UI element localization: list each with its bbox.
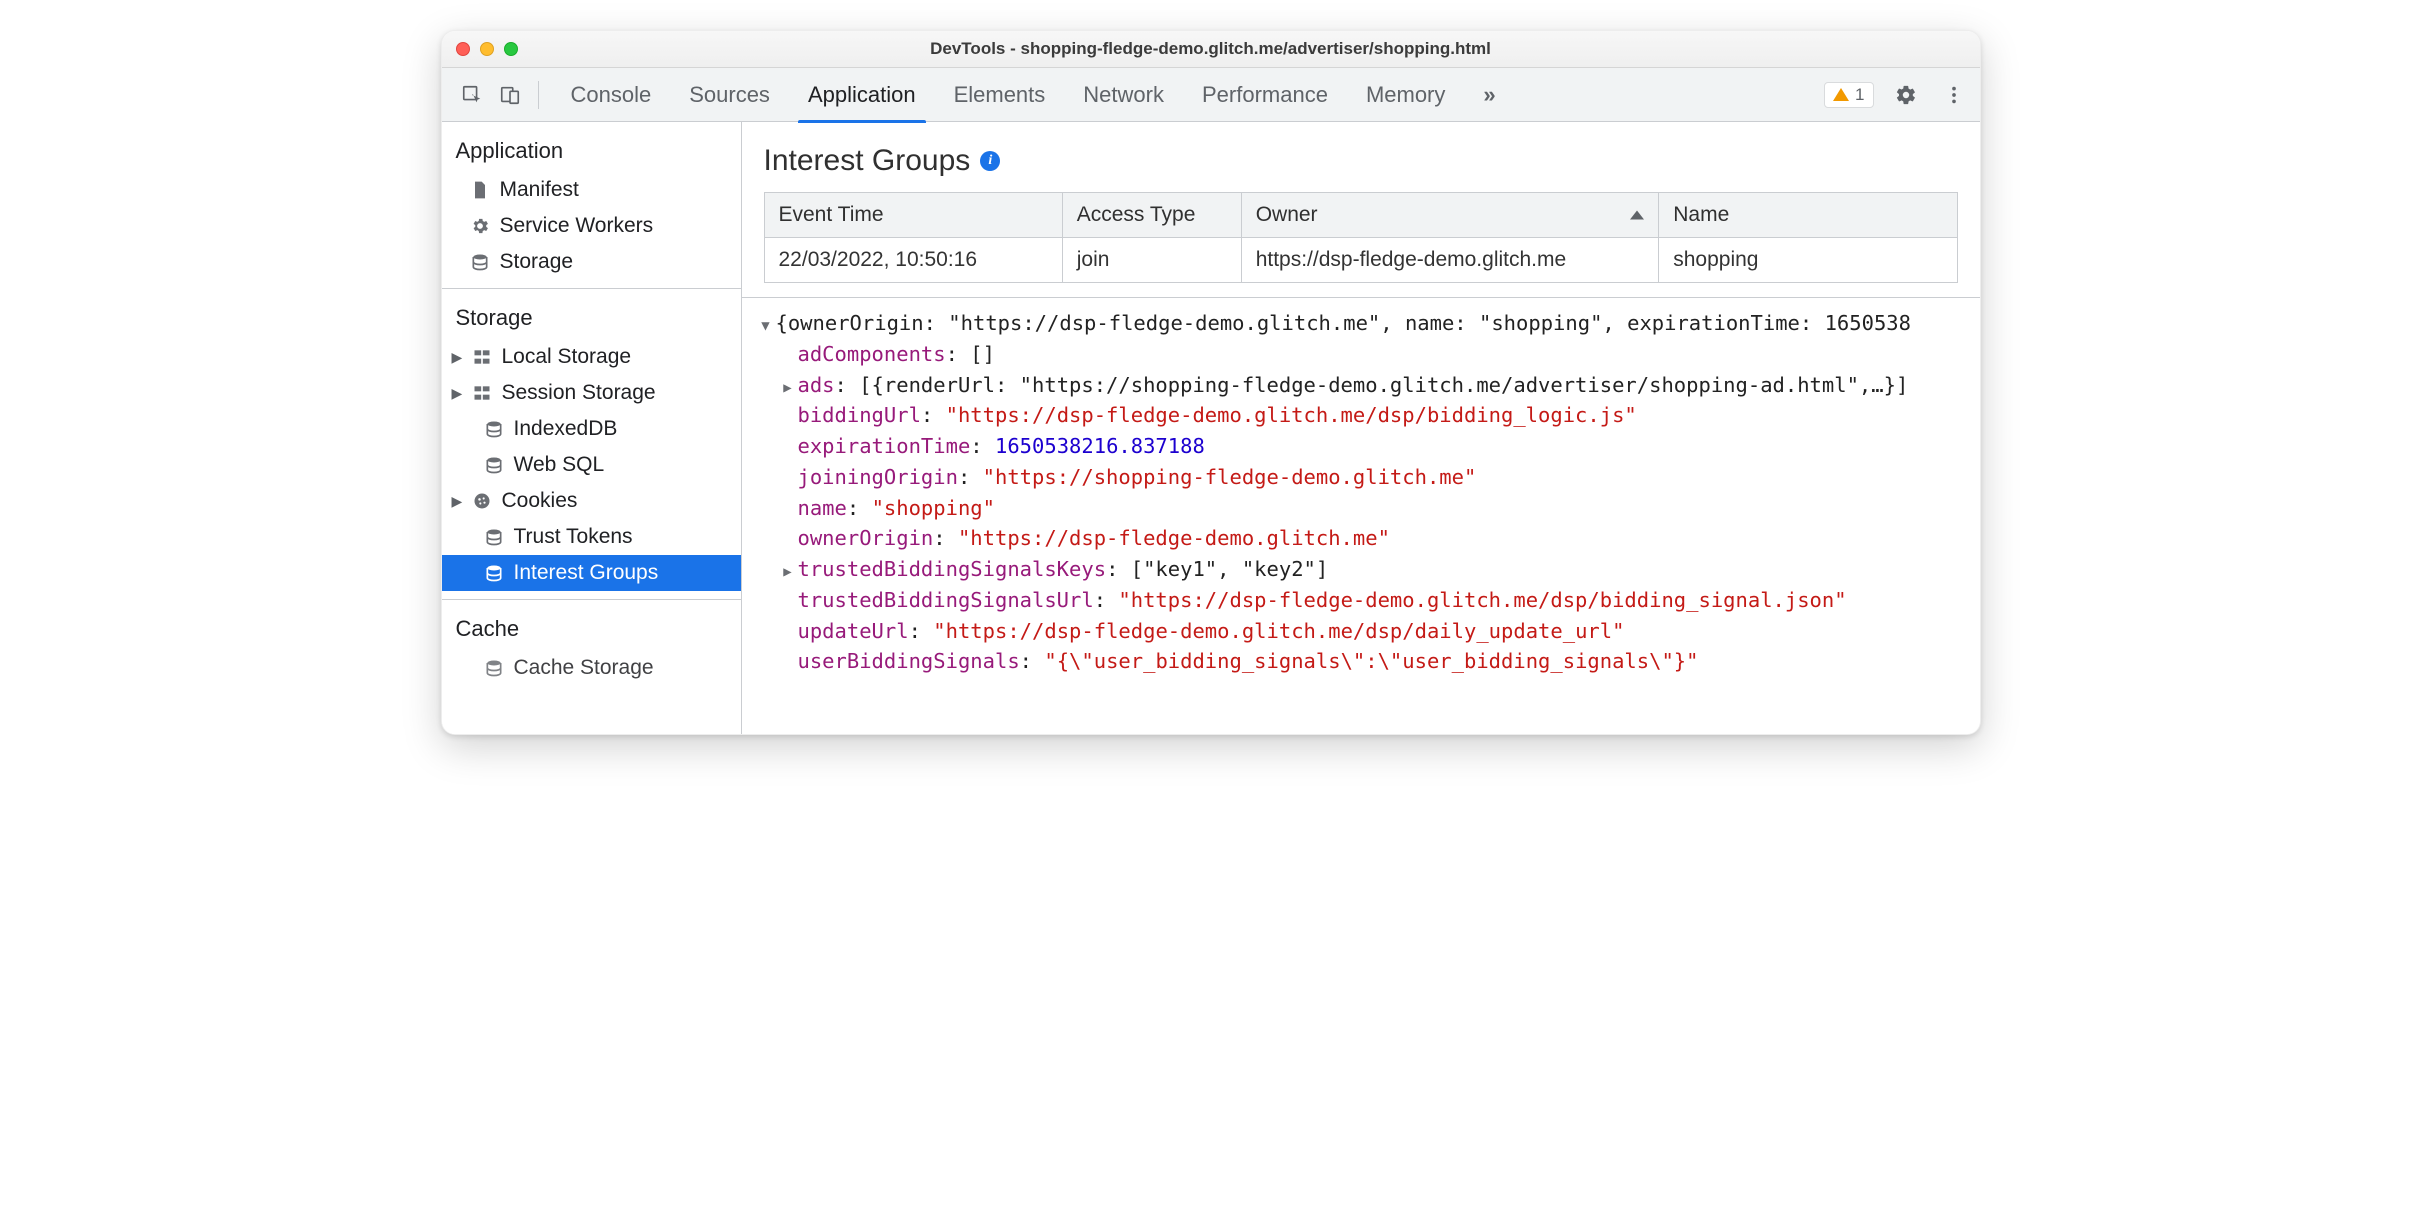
col-event-time[interactable]: Event Time <box>764 193 1062 238</box>
warning-triangle-icon <box>1833 88 1849 101</box>
sidebar-item-indexeddb[interactable]: IndexedDB <box>442 411 741 447</box>
sidebar-item-websql[interactable]: Web SQL <box>442 447 741 483</box>
application-sidebar: Application Manifest Service Workers Sto… <box>442 122 742 734</box>
sidebar-item-session-storage[interactable]: ▶ Session Storage <box>442 375 741 411</box>
window-title: DevTools - shopping-fledge-demo.glitch.m… <box>442 39 1980 59</box>
issues-badge[interactable]: 1 <box>1824 82 1873 108</box>
cell-access-type: join <box>1062 238 1241 283</box>
object-prop-line[interactable]: ownerOrigin: "https://dsp-fledge-demo.gl… <box>752 523 1974 554</box>
col-name[interactable]: Name <box>1659 193 1957 238</box>
sidebar-item-label: Service Workers <box>500 214 654 238</box>
sidebar-item-service-workers[interactable]: Service Workers <box>442 208 741 244</box>
object-summary-line[interactable]: ▼{ownerOrigin: "https://dsp-fledge-demo.… <box>752 308 1974 339</box>
sidebar-section-storage: Storage ▶ Local Storage ▶ Session Storag… <box>442 289 741 600</box>
sidebar-item-interest-groups[interactable]: Interest Groups <box>442 555 741 591</box>
main-toolbar: Console Sources Application Elements Net… <box>442 68 1980 122</box>
cell-owner: https://dsp-fledge-demo.glitch.me <box>1241 238 1659 283</box>
sidebar-heading: Cache <box>442 610 741 650</box>
interest-groups-table: Event Time Access Type Owner Name 22/03/… <box>764 192 1958 283</box>
expand-caret-icon[interactable]: ▶ <box>452 349 462 366</box>
sort-asc-icon <box>1630 211 1644 220</box>
object-prop-line[interactable]: updateUrl: "https://dsp-fledge-demo.glit… <box>752 616 1974 647</box>
sidebar-item-storage[interactable]: Storage <box>442 244 741 280</box>
collapse-caret-icon[interactable]: ▼ <box>760 316 772 337</box>
device-toggle-icon[interactable] <box>494 79 526 111</box>
interest-groups-panel: Interest Groups i Event Time Access Type… <box>742 122 1980 734</box>
object-prop-line[interactable]: ▶trustedBiddingSignalsKeys: ["key1", "ke… <box>752 554 1974 585</box>
sidebar-item-label: Manifest <box>500 178 579 202</box>
object-prop-line[interactable]: name: "shopping" <box>752 493 1974 524</box>
info-icon[interactable]: i <box>980 151 1000 171</box>
window-controls <box>442 42 518 56</box>
tab-memory[interactable]: Memory <box>1366 68 1445 122</box>
tab-performance[interactable]: Performance <box>1202 68 1328 122</box>
object-viewer: ▼{ownerOrigin: "https://dsp-fledge-demo.… <box>742 297 1980 734</box>
tabs-overflow-icon[interactable]: » <box>1483 68 1495 122</box>
sidebar-item-label: Trust Tokens <box>514 525 633 549</box>
zoom-window-button[interactable] <box>504 42 518 56</box>
sidebar-item-label: Session Storage <box>502 381 656 405</box>
object-prop-line[interactable]: adComponents: [] <box>752 339 1974 370</box>
col-access-type[interactable]: Access Type <box>1062 193 1241 238</box>
tab-console[interactable]: Console <box>571 68 652 122</box>
sidebar-item-label: Web SQL <box>514 453 605 477</box>
close-window-button[interactable] <box>456 42 470 56</box>
issues-count: 1 <box>1855 85 1864 105</box>
object-prop-line[interactable]: joiningOrigin: "https://shopping-fledge-… <box>752 462 1974 493</box>
expand-caret-icon[interactable]: ▶ <box>452 385 462 402</box>
devtools-window: DevTools - shopping-fledge-demo.glitch.m… <box>441 30 1981 735</box>
object-prop-line[interactable]: trustedBiddingSignalsUrl: "https://dsp-f… <box>752 585 1974 616</box>
sidebar-item-manifest[interactable]: Manifest <box>442 172 741 208</box>
sidebar-heading: Application <box>442 132 741 172</box>
table-header-row: Event Time Access Type Owner Name <box>764 193 1957 238</box>
tab-elements[interactable]: Elements <box>954 68 1046 122</box>
object-prop-line[interactable]: ▶ads: [{renderUrl: "https://shopping-fle… <box>752 370 1974 401</box>
sidebar-item-label: Interest Groups <box>514 561 659 585</box>
cell-name: shopping <box>1659 238 1957 283</box>
panel-title: Interest Groups <box>764 144 971 178</box>
sidebar-heading: Storage <box>442 299 741 339</box>
panel-tabs: Console Sources Application Elements Net… <box>555 68 1819 122</box>
sidebar-section-cache: Cache Cache Storage <box>442 600 741 694</box>
expand-caret-icon[interactable]: ▶ <box>782 562 794 583</box>
tab-sources[interactable]: Sources <box>689 68 770 122</box>
tab-network[interactable]: Network <box>1083 68 1164 122</box>
sidebar-item-label: Local Storage <box>502 345 632 369</box>
object-prop-line[interactable]: expirationTime: 1650538216.837188 <box>752 431 1974 462</box>
sidebar-section-application: Application Manifest Service Workers Sto… <box>442 122 741 289</box>
object-prop-line[interactable]: userBiddingSignals: "{\"user_bidding_sig… <box>752 646 1974 677</box>
sidebar-item-label: Cache Storage <box>514 656 654 680</box>
cell-event-time: 22/03/2022, 10:50:16 <box>764 238 1062 283</box>
minimize-window-button[interactable] <box>480 42 494 56</box>
sidebar-item-local-storage[interactable]: ▶ Local Storage <box>442 339 741 375</box>
expand-caret-icon[interactable]: ▶ <box>782 378 794 399</box>
col-owner[interactable]: Owner <box>1241 193 1659 238</box>
panel-body: Application Manifest Service Workers Sto… <box>442 122 1980 734</box>
sidebar-item-label: Storage <box>500 250 574 274</box>
titlebar: DevTools - shopping-fledge-demo.glitch.m… <box>442 31 1980 68</box>
inspect-element-icon[interactable] <box>456 79 488 111</box>
settings-gear-icon[interactable] <box>1890 79 1922 111</box>
sidebar-item-trust-tokens[interactable]: Trust Tokens <box>442 519 741 555</box>
sidebar-item-cache-storage[interactable]: Cache Storage <box>442 650 741 686</box>
sidebar-item-label: Cookies <box>502 489 578 513</box>
sidebar-item-cookies[interactable]: ▶ Cookies <box>442 483 741 519</box>
divider <box>538 81 539 109</box>
tab-application[interactable]: Application <box>808 68 916 122</box>
table-row[interactable]: 22/03/2022, 10:50:16 join https://dsp-fl… <box>764 238 1957 283</box>
sidebar-item-label: IndexedDB <box>514 417 618 441</box>
more-menu-icon[interactable] <box>1938 79 1970 111</box>
panel-header: Interest Groups i <box>742 122 1980 192</box>
object-prop-line[interactable]: biddingUrl: "https://dsp-fledge-demo.gli… <box>752 400 1974 431</box>
expand-caret-icon[interactable]: ▶ <box>452 493 462 510</box>
